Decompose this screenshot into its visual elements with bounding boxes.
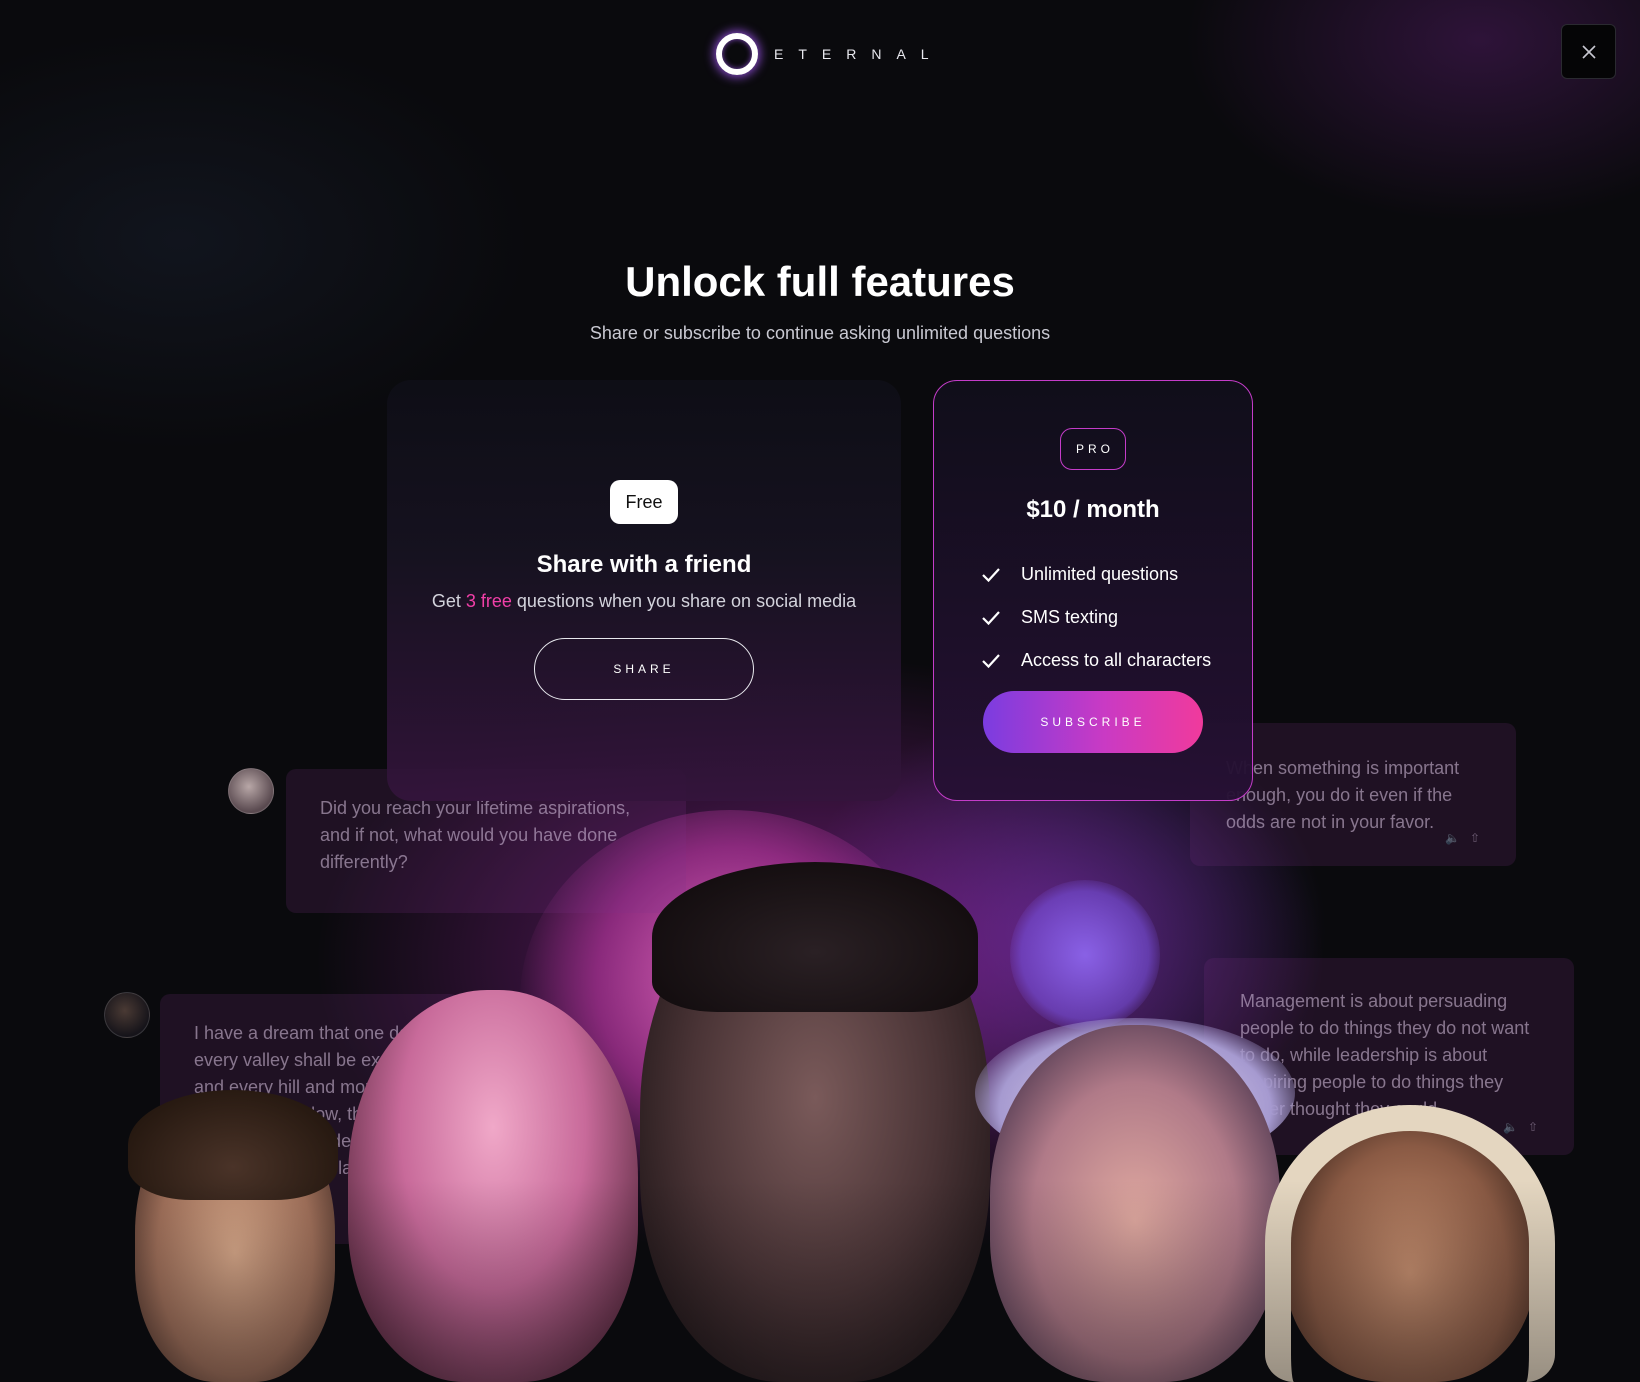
- pro-badge: PRO: [1060, 428, 1126, 470]
- check-icon: [981, 610, 1005, 626]
- bubble-tools: 🔈⇧: [1503, 1114, 1548, 1141]
- feature-item: Access to all characters: [981, 639, 1211, 682]
- feature-item: SMS texting: [981, 596, 1211, 639]
- page-subtitle: Share or subscribe to continue asking un…: [589, 323, 1051, 343]
- logo-ring-icon: [716, 33, 758, 75]
- feature-label: SMS texting: [1021, 607, 1119, 627]
- portrait-3-hair: [652, 862, 978, 1012]
- paywall-modal: Did you reach your lifetime aspirations,…: [0, 0, 1640, 1382]
- speaker-icon[interactable]: 🔈: [1503, 1120, 1528, 1134]
- chat-avatar: [104, 992, 150, 1038]
- background-glow-blue: [1010, 880, 1160, 1030]
- subscribe-button[interactable]: SUBSCRIBE: [983, 691, 1203, 753]
- chat-bubble-text: Did you reach your lifetime aspirations,…: [320, 798, 631, 872]
- bottom-shade: [0, 1180, 1640, 1382]
- check-icon: [981, 567, 1005, 583]
- pro-price: $10 / month: [1026, 496, 1160, 523]
- free-desc-highlight: 3 free: [465, 591, 512, 611]
- free-desc-after: questions when you share on social media: [511, 591, 857, 611]
- free-desc-before: Get: [431, 591, 466, 611]
- close-icon: [1581, 44, 1596, 59]
- speaker-icon[interactable]: 🔈: [1445, 831, 1470, 845]
- brand-logo: ETERNAL: [716, 33, 944, 75]
- check-icon: [981, 653, 1005, 669]
- feature-item: Unlimited questions: [981, 553, 1211, 596]
- free-plan-title: Share with a friend: [536, 551, 752, 578]
- page-title: Unlock full features: [625, 258, 1015, 305]
- share-button[interactable]: SHARE: [534, 638, 754, 700]
- bubble-tools: 🔈⇧: [1445, 825, 1490, 852]
- close-button[interactable]: [1561, 24, 1616, 79]
- free-plan-description: Get 3 free questions when you share on s…: [387, 591, 901, 612]
- free-badge: Free: [610, 480, 678, 524]
- share-icon[interactable]: ⇧: [1470, 831, 1490, 845]
- feature-label: Unlimited questions: [1021, 564, 1179, 584]
- feature-label: Access to all characters: [1021, 650, 1212, 670]
- pro-features-list: Unlimited questions SMS texting Access t…: [981, 553, 1211, 682]
- share-icon[interactable]: ⇧: [1528, 1120, 1548, 1134]
- brand-name: ETERNAL: [774, 46, 944, 62]
- chat-bubble-text: When something is important enough, you …: [1226, 758, 1460, 832]
- chat-avatar: [228, 768, 274, 814]
